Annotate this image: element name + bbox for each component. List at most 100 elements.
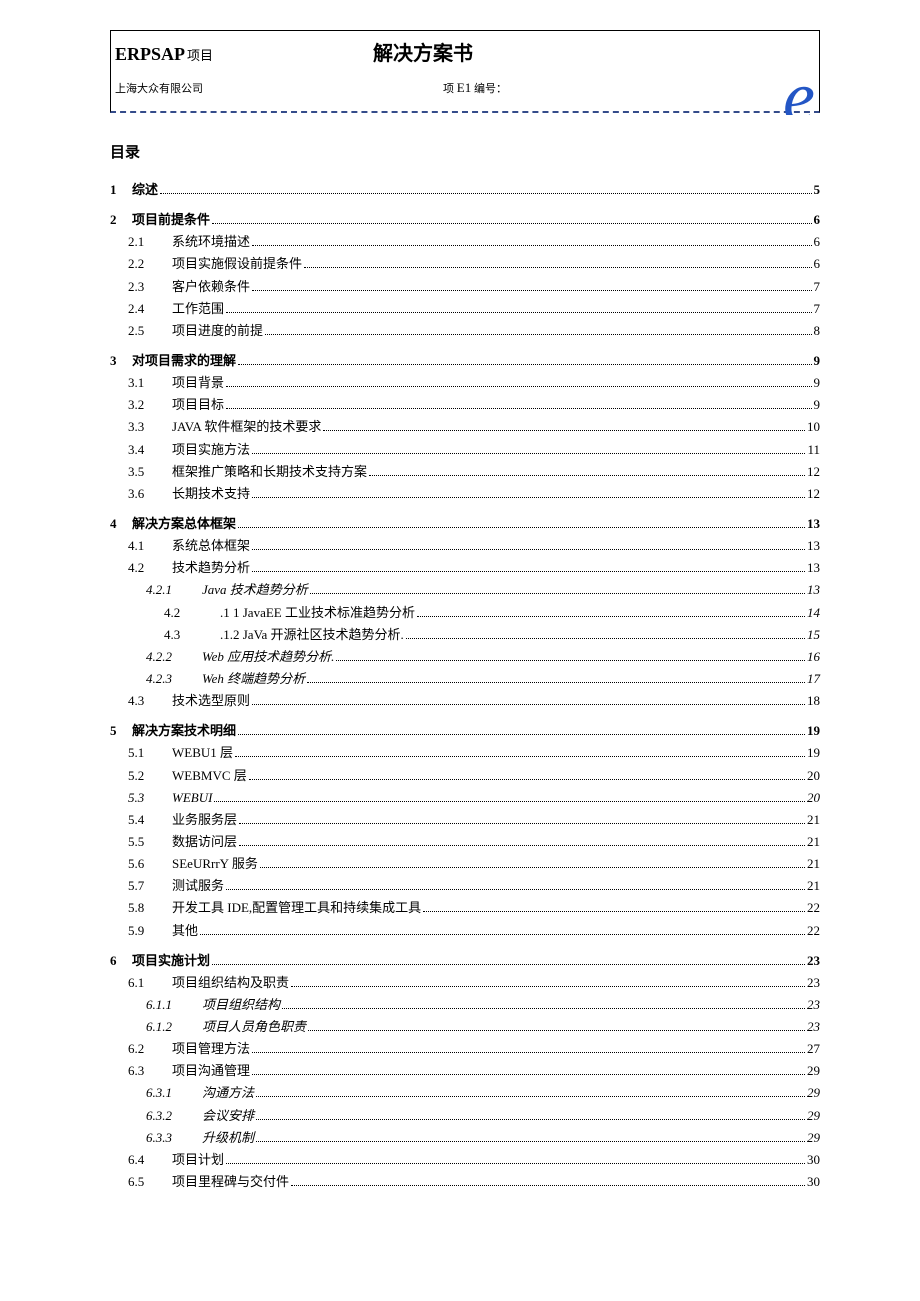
toc-entry: 6.1项目组织结构及职责23 [110,973,820,993]
toc-entry-title: 综述 [132,180,158,200]
toc-entry-page: 23 [807,951,820,971]
toc-entry-title: 项目进度的前提 [172,321,263,341]
toc-entry-number: 2 [110,210,132,230]
toc-entry-title: 技术趋势分析 [172,558,250,578]
toc-entry-title: WEBUI [172,788,212,808]
toc-entry: 2项目前提条件6 [110,210,820,230]
toc-entry-title: 项目管理方法 [172,1039,250,1059]
toc-entry-page: 8 [814,321,821,341]
toc-entry: 5.5数据访问层21 [110,832,820,852]
toc-leader-dots [252,571,805,572]
toc-entry-number: 2.5 [128,321,172,341]
toc-entry-title: .1 1 JavaEE 工业技术标准趋势分析 [220,603,415,623]
toc-entry-title: 客户依赖条件 [172,277,250,297]
toc-leader-dots [226,889,805,890]
toc-heading: 目录 [110,141,820,162]
toc-entry: 2.2项目实施假设前提条件6 [110,254,820,274]
toc-entry-number: 4.2.3 [146,669,202,689]
toc-entry-number: 6.3 [128,1061,172,1081]
toc-entry-title: 沟通方法 [202,1083,254,1103]
toc-entry-title: Web 应用技术趋势分析. [202,647,334,667]
toc-leader-dots [256,1096,805,1097]
toc-entry-page: 16 [807,647,820,667]
toc-entry: 4.2.1 1 JavaEE 工业技术标准趋势分析14 [110,603,820,623]
toc-entry: 6.1.2项目人员角色职责23 [110,1017,820,1037]
toc-entry-title: 项目计划 [172,1150,224,1170]
project-brand-suffix: 项目 [187,45,213,64]
toc-leader-dots [423,911,805,912]
toc-entry-title: 解决方案总体框架 [132,514,236,534]
document-header: ERPSAP 项目 解决方案书 上海大众有限公司 项 E1 编号： e [110,30,820,113]
toc-entry-title: WEBMVC 层 [172,766,247,786]
toc-entry: 6项目实施计划23 [110,951,820,971]
toc-entry: 5.1WEBU1 层19 [110,743,820,763]
toc-entry-page: 29 [807,1128,820,1148]
logo-icon: e [783,79,815,115]
toc-entry-page: 20 [807,788,820,808]
toc-leader-dots [291,986,805,987]
toc-entry-page: 13 [807,558,820,578]
toc-entry: 5.2WEBMVC 层 20 [110,766,820,786]
toc-entry-title: 会议安排 [202,1106,254,1126]
toc-entry-title: 项目实施计划 [132,951,210,971]
toc-entry-number: 5.8 [128,898,172,918]
toc-entry-page: 23 [807,1017,820,1037]
toc-leader-dots [417,616,805,617]
toc-entry-page: 29 [807,1061,820,1081]
toc-entry-page: 21 [807,832,820,852]
toc-entry: 3.1项目背景9 [110,373,820,393]
toc-entry-number: 5.2 [128,766,172,786]
toc-leader-dots [265,334,811,335]
toc-entry-number: 2.3 [128,277,172,297]
toc-leader-dots [252,1052,805,1053]
toc-entry-page: 22 [807,898,820,918]
toc-entry: 4.2技术趋势分析13 [110,558,820,578]
toc-entry: 4解决方案总体框架13 [110,514,820,534]
toc-entry-title: 业务服务层 [172,810,237,830]
toc-entry-number: 6.1.1 [146,995,202,1015]
toc-leader-dots [252,497,805,498]
toc-entry-number: 6.2 [128,1039,172,1059]
company-name: 上海大众有限公司 [115,80,203,96]
toc-entry-page: 23 [807,995,820,1015]
toc-entry-page: 23 [807,973,820,993]
toc-entry-number: 6.1.2 [146,1017,202,1037]
toc-entry-title: 长期技术支持 [172,484,250,504]
toc-entry: 2.3客户依赖条件7 [110,277,820,297]
toc-entry-page: 22 [807,921,820,941]
toc-entry-title: 测试服务 [172,876,224,896]
project-brand: ERPSAP [115,44,185,65]
toc-entry-page: 9 [814,351,821,371]
toc-entry: 6.5项目里程碑与交付件30 [110,1172,820,1192]
toc-entry-page: 14 [807,603,820,623]
toc-entry-number: 1 [110,180,132,200]
toc-leader-dots [406,638,805,639]
toc-entry-number: 5.5 [128,832,172,852]
toc-entry: 3.2项目目标9 [110,395,820,415]
toc-entry-number: 5.7 [128,876,172,896]
toc-entry: 2.4工作范围7 [110,299,820,319]
toc-leader-dots [238,364,811,365]
toc-entry: 6.3.2会议安排29 [110,1106,820,1126]
header-row-top: ERPSAP 项目 解决方案书 [111,31,819,66]
toc-entry-page: 29 [807,1106,820,1126]
toc-entry-page: 19 [807,743,820,763]
toc-entry: 5.7测试服务 21 [110,876,820,896]
toc-entry-number: 3.1 [128,373,172,393]
toc-entry-page: 20 [807,766,820,786]
toc-leader-dots [239,823,805,824]
toc-entry-number: 6.3.1 [146,1083,202,1103]
toc-entry-page: 5 [814,180,821,200]
toc-entry-number: 3.6 [128,484,172,504]
toc-entry-number: 4.1 [128,536,172,556]
toc-entry: 6.3项目沟通管理29 [110,1061,820,1081]
toc-entry: 4.3.1.2 JaVa 开源社区技术趋势分析.15 [110,625,820,645]
toc-entry: 5解决方案技术明细19 [110,721,820,741]
toc-entry: 1综述 5 [110,180,820,200]
toc-leader-dots [238,527,805,528]
toc-entry-number: 5.6 [128,854,172,874]
toc-leader-dots [323,430,805,431]
toc-entry-title: Weh 终端趋势分析 [202,669,305,689]
toc-entry-title: Java 技术趋势分析 [202,580,308,600]
toc-entry-page: 21 [807,876,820,896]
